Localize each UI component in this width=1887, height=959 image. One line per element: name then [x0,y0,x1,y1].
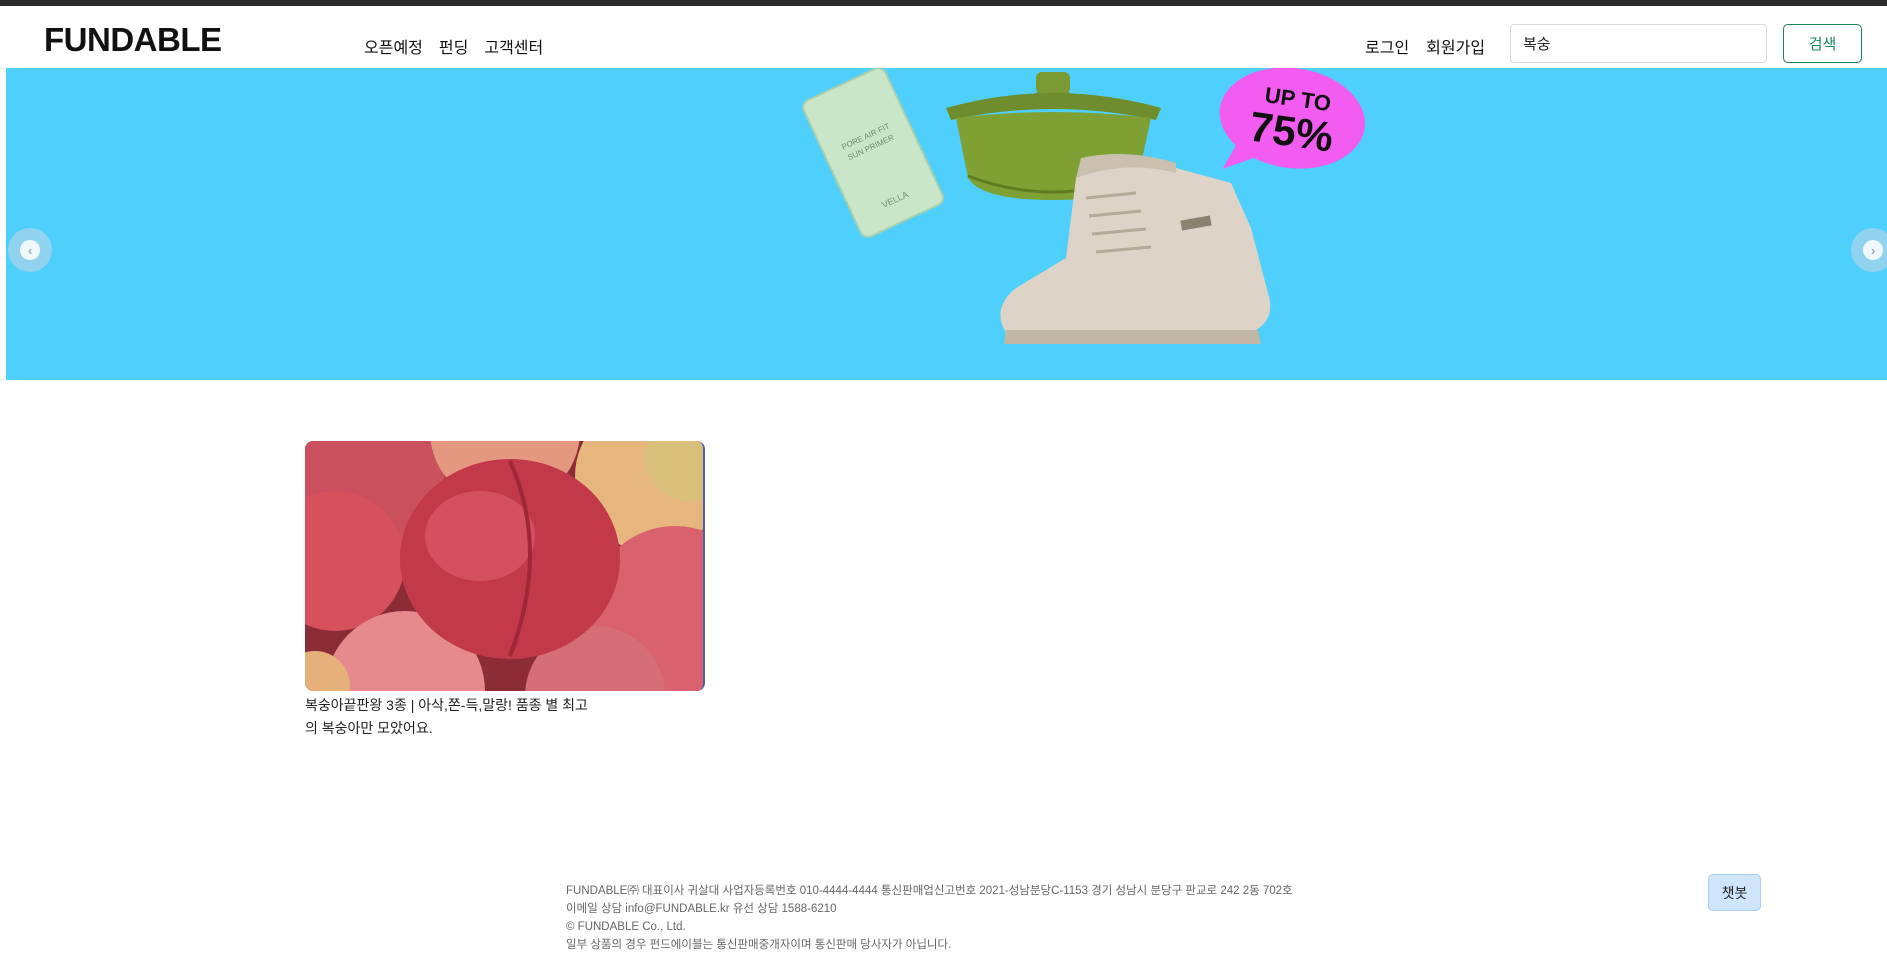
fundable-logo[interactable]: FUNDABLE [44,22,246,56]
footer-disclaimer: 일부 상품의 경우 펀드에이블는 통신판매중개자이며 통신판매 당사자가 아닙니… [566,939,952,951]
promo-badge: UP TO 75% [1219,68,1365,169]
sunscreen-bottle-image: PORE AIR FIT SUN PRIMER VELLA [802,68,944,238]
product-card[interactable]: 복숭아끝판왕 3종 | 아삭,쫀-득,말랑! 품종 별 최고의 복숭아만 모았어… [305,441,705,740]
search-button[interactable]: 검색 [1783,24,1862,63]
chatbot-button[interactable]: 챗봇 [1708,874,1761,911]
chevron-left-icon: ‹ [20,240,40,260]
auth-links: 로그인 회원가입 [1365,34,1485,58]
peach-image [305,441,703,691]
footer-copyright: © FUNDABLE Co., Ltd. [566,921,686,933]
site-footer: FUNDABLE㈜ 대표이사 귀살대 사업자등록번호 010-4444-4444… [566,882,1293,954]
product-image[interactable] [305,441,705,691]
product-title[interactable]: 복숭아끝판왕 3종 | 아삭,쫀-득,말랑! 품종 별 최고의 복숭아만 모았어… [305,694,600,740]
signup-link[interactable]: 회원가입 [1426,34,1485,58]
nav-item-funding[interactable]: 펀딩 [439,34,468,58]
login-link[interactable]: 로그인 [1365,34,1409,58]
chevron-right-icon: › [1863,240,1883,260]
nav-item-upcoming[interactable]: 오픈예정 [364,34,423,58]
hero-banner[interactable]: PORE AIR FIT SUN PRIMER VELLA UP TO 75% [6,68,1887,380]
nav-item-support[interactable]: 고객센터 [484,34,543,58]
svg-text:FUNDABLE: FUNDABLE [44,22,221,56]
banner-artwork: PORE AIR FIT SUN PRIMER VELLA UP TO 75% [802,68,1365,344]
search-input[interactable] [1510,24,1767,63]
site-header: FUNDABLE 오픈예정 펀딩 고객센터 로그인 회원가입 검색 [0,6,1887,68]
banner-prev-button[interactable]: ‹ [8,228,52,272]
banner-next-button[interactable]: › [1851,228,1887,272]
main-nav: 오픈예정 펀딩 고객센터 [364,34,543,58]
footer-contact: 이메일 상담 info@FUNDABLE.kr 유선 상담 1588-6210 [566,903,837,915]
footer-company-info: FUNDABLE㈜ 대표이사 귀살대 사업자등록번호 010-4444-4444… [566,885,1293,897]
